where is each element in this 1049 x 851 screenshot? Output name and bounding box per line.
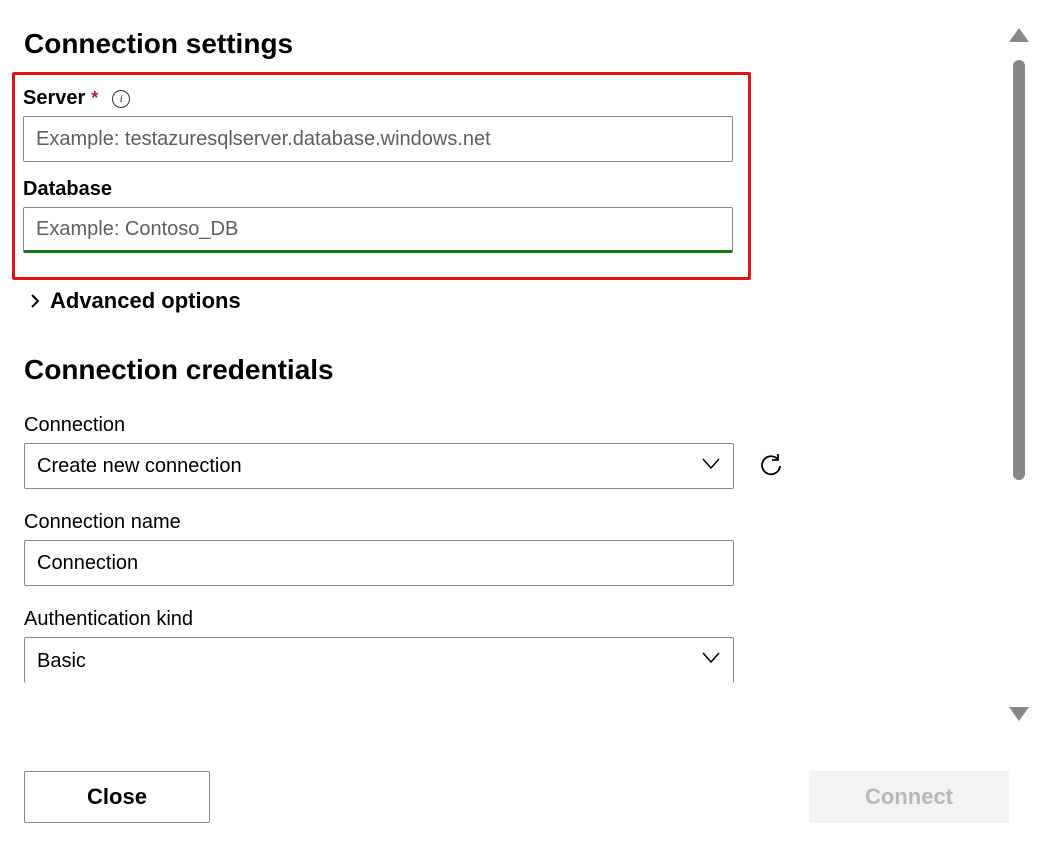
connection-credentials-header: Connection credentials xyxy=(24,354,981,386)
required-indicator: * xyxy=(91,88,98,109)
server-input[interactable] xyxy=(23,116,733,162)
authentication-kind-select[interactable]: Basic xyxy=(24,637,734,683)
connection-name-input[interactable] xyxy=(24,540,734,586)
connection-settings-header: Connection settings xyxy=(24,28,981,60)
scroll-track[interactable] xyxy=(1013,60,1025,689)
advanced-options-toggle[interactable]: Advanced options xyxy=(28,288,981,314)
dialog-footer: Close Connect xyxy=(24,771,1009,823)
scroll-up-arrow-icon[interactable] xyxy=(1009,28,1029,42)
scroll-down-arrow-icon[interactable] xyxy=(1009,707,1029,721)
info-icon[interactable]: i xyxy=(112,90,130,108)
authentication-kind-label: Authentication kind xyxy=(24,608,981,631)
connection-settings-highlighted-region: Server * i Database xyxy=(12,72,751,280)
scroll-thumb[interactable] xyxy=(1013,60,1025,480)
database-label: Database xyxy=(23,178,112,201)
chevron-right-icon xyxy=(28,294,42,308)
refresh-icon[interactable] xyxy=(758,452,786,480)
connection-name-label: Connection name xyxy=(24,511,981,534)
connection-select[interactable]: Create new connection xyxy=(24,443,734,489)
server-label: Server xyxy=(23,87,85,110)
vertical-scrollbar[interactable] xyxy=(1007,28,1031,721)
connection-label: Connection xyxy=(24,414,981,437)
advanced-options-label: Advanced options xyxy=(50,288,241,314)
connect-button[interactable]: Connect xyxy=(809,771,1009,823)
close-button[interactable]: Close xyxy=(24,771,210,823)
database-input[interactable] xyxy=(23,207,733,253)
